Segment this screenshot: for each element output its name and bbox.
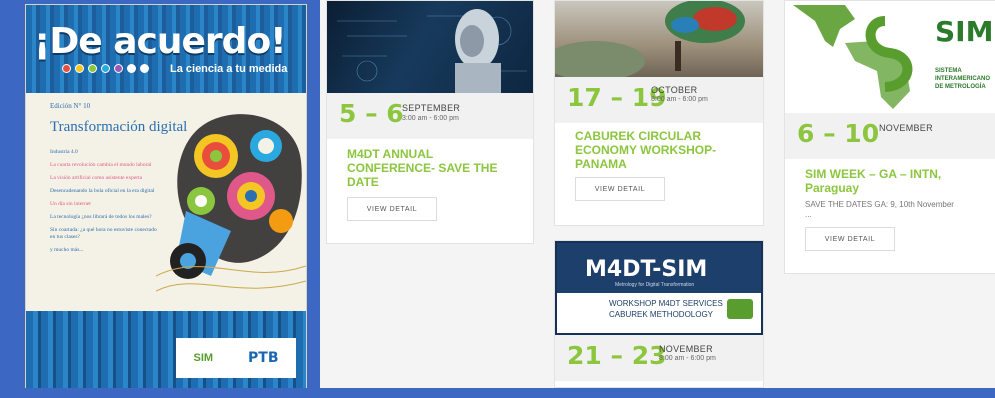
- events-panel: 5 – 6 SEPTEMBER 3:00 am - 6:00 pm M4DT A…: [320, 0, 995, 388]
- event-date-range: 21 – 23: [567, 341, 667, 370]
- event-card[interactable]: M4DT-SIM Metrology for Digital Transform…: [554, 240, 764, 388]
- event-card[interactable]: 5 – 6 SEPTEMBER 3:00 am - 6:00 pm M4DT A…: [326, 0, 534, 244]
- cover-title: ¡De acuerdo!: [34, 21, 287, 62]
- event-time: 8:00 am - 6:00 pm: [651, 96, 708, 103]
- toc-item: La tecnología ¿nos librará de todos los …: [50, 214, 152, 220]
- event-date-range: 5 – 6: [339, 99, 404, 128]
- magazine-cover[interactable]: ¡De acuerdo! La ciencia a tu medida Edic…: [25, 4, 307, 392]
- sim-logo-subtitle: SISTEMA INTERAMERICANO DE METROLOGÍA: [935, 68, 990, 90]
- toc-item: La visión artificial como asistente expe…: [50, 175, 143, 181]
- banner-info-strip: WORKSHOP M4DT SERVICES CABUREK METHODOLO…: [557, 293, 761, 333]
- event-image-ai-robot[interactable]: [327, 1, 533, 93]
- view-detail-button[interactable]: VIEW DETAIL: [347, 197, 437, 221]
- bottom-frame: [0, 388, 995, 398]
- event-title[interactable]: SIM WEEK – GA – INTN, Paraguay: [805, 167, 985, 195]
- toc-item: Industria 4.0: [50, 149, 78, 155]
- toc-item: Desencadenando la bola oficial en la era…: [50, 188, 155, 194]
- view-detail-button[interactable]: VIEW DETAIL: [575, 177, 665, 201]
- event-description-ellipsis: ...: [805, 210, 812, 219]
- event-month: SEPTEMBER: [402, 103, 461, 113]
- event-title[interactable]: CABUREK CIRCULAR ECONOMY WORKSHOP-PANAMA: [575, 129, 745, 171]
- event-image-m4dt-banner[interactable]: M4DT-SIM Metrology for Digital Transform…: [555, 241, 763, 335]
- event-date-bar: 21 – 23 NOVEMBER 8:00 am - 6:00 pm: [555, 335, 763, 381]
- toc-item: Sin coartada: ¿a qué hora no estuviste c…: [50, 227, 157, 240]
- toc-item: La cuarta revolución cambia el mundo lab…: [50, 162, 152, 168]
- cover-color-dots: [62, 64, 149, 73]
- event-date-range: 6 – 10: [797, 119, 880, 148]
- event-month: NOVEMBER: [659, 344, 713, 354]
- sim-logo-text: SIM: [935, 15, 994, 48]
- event-title[interactable]: M4DT ANNUAL CONFERENCE- SAVE THE DATE: [347, 147, 517, 189]
- toc-item: Un día sin internet: [50, 201, 91, 207]
- event-image-sim-logo[interactable]: SIM SISTEMA INTERAMERICANO DE METROLOGÍA: [785, 1, 995, 113]
- cover-logos: SIM PTB: [176, 338, 296, 378]
- cover-subtitle: La ciencia a tu medida: [170, 63, 288, 75]
- event-description: SAVE THE DATES GA: 9, 10th November: [805, 200, 954, 209]
- event-card[interactable]: SIM SISTEMA INTERAMERICANO DE METROLOGÍA…: [784, 0, 995, 274]
- banner-line-2: CABUREK METHODOLOGY: [609, 310, 714, 319]
- banner-subtitle: Metrology for Digital Transformation: [615, 282, 695, 288]
- view-detail-button[interactable]: VIEW DETAIL: [805, 227, 895, 251]
- toc-item: y mucho más...: [50, 247, 84, 253]
- event-date-bar: 17 – 19 OCTOBER 8:00 am - 6:00 pm: [555, 77, 763, 123]
- cover-edition: Edición N° 10: [50, 102, 91, 110]
- event-image-plastic-bags[interactable]: [555, 1, 763, 77]
- banner-line-1: WORKSHOP M4DT SERVICES: [609, 299, 723, 308]
- event-date-bar: 5 – 6 SEPTEMBER 3:00 am - 6:00 pm: [327, 93, 533, 139]
- ptb-logo: PTB: [248, 350, 279, 366]
- banner-title: M4DT-SIM: [585, 257, 708, 282]
- sim-logo-icon: SIM: [193, 352, 214, 364]
- event-month: NOVEMBER: [879, 123, 933, 133]
- event-date-bar: 6 – 10 NOVEMBER: [785, 113, 995, 159]
- brain-gears-illustration: [156, 114, 306, 292]
- sim-logo-icon: [727, 299, 753, 319]
- event-card[interactable]: 17 – 19 OCTOBER 8:00 am - 6:00 pm CABURE…: [554, 0, 764, 226]
- cover-toc: Industria 4.0 La cuarta revolución cambi…: [50, 149, 162, 260]
- event-time: 3:00 am - 6:00 pm: [402, 115, 459, 122]
- event-month: OCTOBER: [651, 85, 698, 95]
- event-time: 8:00 am - 6:00 pm: [659, 355, 716, 362]
